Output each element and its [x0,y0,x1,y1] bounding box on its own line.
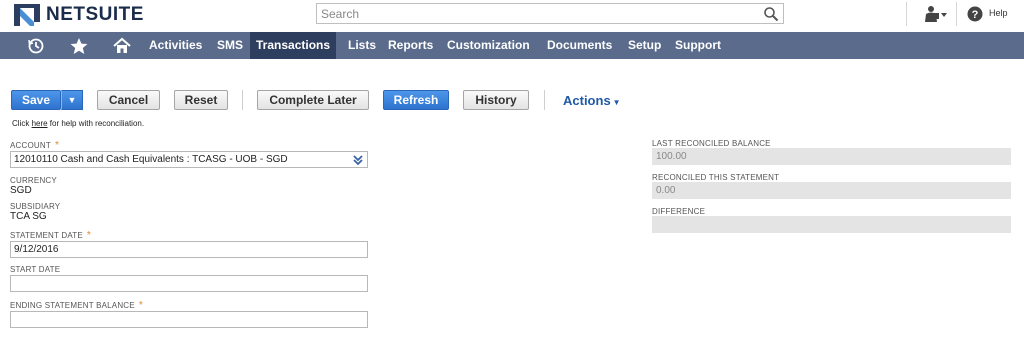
currency-label: CURRENCY [10,176,57,185]
double-chevron-down-icon [353,155,363,166]
subsidiary-label: SUBSIDIARY [10,202,61,211]
account-select-value: 12010110 Cash and Cash Equivalents : TCA… [14,154,288,165]
account-select[interactable]: 12010110 Cash and Cash Equivalents : TCA… [10,151,368,168]
favorites-star-icon[interactable] [69,36,89,56]
global-search [316,3,784,24]
ending-balance-label-text: ENDING STATEMENT BALANCE [10,301,135,310]
statement-date-label-text: STATEMENT DATE [10,231,83,240]
required-marker: * [138,300,143,311]
start-date-field[interactable] [10,275,368,292]
top-header: NETSUITE ? Help [0,0,1024,32]
nav-reports[interactable]: Reports [388,32,433,59]
required-marker: * [54,140,60,151]
nav-sms[interactable]: SMS [217,32,243,59]
nav-transactions[interactable]: Transactions [250,32,337,59]
logo-text: NETSUITE [46,4,144,25]
ending-balance-field[interactable] [10,311,368,328]
history-button[interactable]: History [463,90,529,110]
account-label: ACCOUNT * [10,140,59,151]
difference-value [652,216,1011,233]
save-button[interactable]: Save [11,90,61,110]
toolbar-divider [242,90,243,110]
actions-label: Actions [563,93,611,108]
netsuite-logo[interactable]: NETSUITE [14,3,144,27]
statement-date-field[interactable]: 9/12/2016 [10,241,368,258]
account-label-text: ACCOUNT [10,141,51,150]
last-reconciled-value: 100.00 [652,148,1011,165]
nav-support[interactable]: Support [675,32,721,59]
reset-button[interactable]: Reset [174,90,228,110]
search-input[interactable] [317,4,751,23]
difference-label: DIFFERENCE [652,207,706,216]
home-icon[interactable] [112,36,132,56]
help-prefix: Click [12,119,32,128]
nav-lists[interactable]: Lists [348,32,376,59]
caret-down-icon: ▼ [612,98,621,107]
nav-documents[interactable]: Documents [547,32,612,59]
nav-activities[interactable]: Activities [149,32,202,59]
complete-later-button[interactable]: Complete Later [257,90,369,110]
help-suffix: for help with reconciliation. [47,119,145,128]
netsuite-logo-icon [14,4,40,26]
main-navigation: Activities SMS Transactions Lists Report… [0,32,1024,59]
currency-value: SGD [10,185,32,196]
header-divider [956,2,957,26]
refresh-button[interactable]: Refresh [383,90,449,110]
search-icon[interactable] [763,6,779,22]
nav-setup[interactable]: Setup [628,32,661,59]
recent-records-icon[interactable] [26,36,46,56]
cancel-button[interactable]: Cancel [97,90,160,110]
statement-date-label: STATEMENT DATE * [10,230,91,241]
reconciliation-help-text: Click here for help with reconciliation. [12,119,144,128]
nav-customization[interactable]: Customization [447,32,530,59]
last-reconciled-label: LAST RECONCILED BALANCE [652,139,771,148]
help-icon[interactable]: ? [967,6,983,22]
header-divider [906,2,907,26]
ending-balance-label: ENDING STATEMENT BALANCE * [10,300,143,311]
roles-icon[interactable] [922,5,948,23]
help-link[interactable]: Help [989,8,1008,18]
save-menu-arrow[interactable]: ▼ [61,90,83,110]
help-here-link[interactable]: here [32,119,48,128]
svg-text:?: ? [972,9,979,21]
start-date-label: START DATE [10,265,61,274]
reconciled-this-label: RECONCILED THIS STATEMENT [652,173,780,182]
reconciled-this-value: 0.00 [652,182,1011,199]
subsidiary-value: TCA SG [10,211,47,222]
toolbar-divider [544,90,545,110]
actions-menu[interactable]: Actions ▼ [563,93,621,108]
required-marker: * [86,230,91,241]
